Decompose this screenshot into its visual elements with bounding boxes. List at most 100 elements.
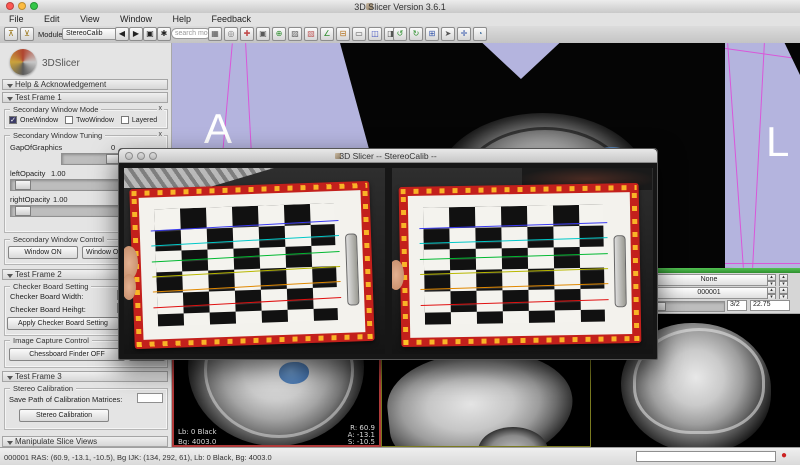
board-width-label: Checker Board Width: bbox=[10, 292, 83, 301]
axial-bg-text: Bg: 4003.0 bbox=[178, 438, 216, 446]
colors-icon[interactable]: ⊟ bbox=[336, 27, 350, 41]
corner-line-5 bbox=[153, 281, 341, 292]
capture-group-title: Image Capture Control bbox=[10, 336, 92, 345]
checkbox-unchecked[interactable] bbox=[65, 116, 73, 124]
title-bar[interactable]: 3D Slicer Version 3.6.1 bbox=[0, 0, 800, 14]
corner-line-4 bbox=[152, 266, 340, 277]
section-help-acknowledgement[interactable]: Help & Acknowledgement bbox=[2, 79, 168, 90]
module-search-input[interactable]: search modules bbox=[171, 28, 211, 39]
checkbox-unchecked[interactable] bbox=[121, 116, 129, 124]
measurements-icon[interactable]: ∠ bbox=[320, 27, 334, 41]
menu-feedback[interactable]: Feedback bbox=[203, 13, 261, 24]
gap-label: GapOfGraphics bbox=[10, 143, 62, 152]
module-back-button[interactable]: ◀ bbox=[115, 27, 129, 41]
section-test-frame-1[interactable]: Test Frame 1 bbox=[2, 92, 168, 103]
scene-snapshot-icon[interactable]: ◎ bbox=[224, 27, 238, 41]
corner-line-3 bbox=[420, 253, 608, 260]
stepper-up-button[interactable]: ▴ bbox=[767, 274, 776, 281]
checkerboard-paper bbox=[408, 192, 632, 338]
stepper-up-button[interactable]: ▴ bbox=[779, 287, 788, 294]
menu-file[interactable]: File bbox=[0, 13, 33, 24]
tuning-group-close-icon[interactable]: x bbox=[157, 131, 165, 138]
menu-view[interactable]: View bbox=[71, 13, 108, 24]
module-icon-group: ▦◎✚▣⊕▨▧∠⊟▭◫◨ bbox=[207, 27, 399, 41]
checkbox-checked[interactable]: ✓ bbox=[9, 116, 17, 124]
slicer-logo bbox=[10, 49, 36, 75]
module-settings-gear-icon[interactable]: ✱ bbox=[157, 27, 171, 41]
gold-trim bbox=[632, 185, 640, 341]
right-opacity-label: rightOpacity bbox=[10, 195, 50, 204]
stereocalib-window[interactable]: 3D Slicer -- StereoCalib -- bbox=[118, 148, 658, 360]
menu-edit[interactable]: Edit bbox=[35, 13, 69, 24]
left-opacity-slider-thumb[interactable] bbox=[15, 180, 31, 190]
undo-icon[interactable]: ↺ bbox=[393, 27, 407, 41]
wireframe-line bbox=[752, 43, 765, 268]
calib-path-field[interactable] bbox=[137, 393, 163, 403]
coronal-fg-selector[interactable]: None▾ bbox=[647, 274, 776, 286]
crosshair-dropdown-icon[interactable]: ✛ bbox=[457, 27, 471, 41]
corner-line-6 bbox=[153, 297, 341, 308]
checkbox-label: Layered bbox=[132, 116, 157, 123]
stepper-up-button[interactable]: ▴ bbox=[767, 287, 776, 294]
window-mode-option-twowindow[interactable]: TwoWindow bbox=[65, 116, 114, 124]
clipboard-clip-right bbox=[613, 235, 626, 307]
models-icon[interactable]: ▣ bbox=[256, 27, 270, 41]
image-plane-corner bbox=[772, 43, 800, 75]
wireframe-line bbox=[727, 43, 744, 268]
layout-icon[interactable]: ⊞ bbox=[425, 27, 439, 41]
mode-group-title: Secondary Window Mode bbox=[10, 105, 101, 114]
ruler-icon[interactable]: ▭ bbox=[352, 27, 366, 41]
volumes-icon[interactable]: ⊕ bbox=[272, 27, 286, 41]
section-manipulate-slice-views[interactable]: Manipulate Slice Views bbox=[2, 436, 168, 447]
save-scene-icon[interactable]: ⊻ bbox=[20, 27, 34, 41]
axial-s-text: S: -10.5 bbox=[348, 438, 375, 446]
transforms-icon[interactable]: ▨ bbox=[288, 27, 302, 41]
menu-bar: File Edit View Window Help Feedback bbox=[0, 13, 800, 27]
detected-corner-lines-left bbox=[154, 203, 334, 209]
corner-line-4 bbox=[420, 268, 608, 275]
main-toolbar: ⊼⊻ Modules: StereoCalib▾ ◀ ▶ ▣ ✱ search … bbox=[0, 26, 800, 44]
corner-line-6 bbox=[421, 299, 609, 306]
mouse-mode-dropdown-icon[interactable]: ➤ bbox=[441, 27, 455, 41]
axial-label-text: Lb: 0 Black bbox=[178, 428, 217, 436]
load-scene-icon[interactable]: ⊼ bbox=[4, 27, 18, 41]
coronal-bg-selector[interactable]: 000001▾ bbox=[647, 287, 776, 299]
redo-icon[interactable]: ↻ bbox=[409, 27, 423, 41]
chessboard-finder-button[interactable]: Chessboard Finder OFF bbox=[9, 348, 125, 361]
fiducials-icon[interactable]: ✚ bbox=[240, 27, 254, 41]
coronal-index-field[interactable]: 3/2 bbox=[727, 300, 747, 311]
section-test-frame-3[interactable]: Test Frame 3 bbox=[2, 371, 168, 382]
stereocalib-window-title: 3D Slicer -- StereoCalib -- bbox=[119, 151, 657, 161]
error-log-icon[interactable]: ● bbox=[781, 450, 787, 461]
stereo-calibration-group: Stereo Calibration Save Path of Calibrat… bbox=[4, 388, 168, 430]
right-opacity-slider-thumb[interactable] bbox=[15, 206, 31, 216]
module-selector[interactable]: StereoCalib▾ bbox=[62, 28, 123, 40]
window-mode-option-onewindow[interactable]: ✓OneWindow bbox=[9, 116, 58, 124]
roi-icon[interactable]: ◫ bbox=[368, 27, 382, 41]
module-forward-button[interactable]: ▶ bbox=[129, 27, 143, 41]
checkerboard-paper bbox=[139, 190, 366, 340]
checkerboard-clipboard-right bbox=[399, 183, 642, 347]
board-height-label: Checker Board Heihgt: bbox=[10, 305, 86, 314]
screen-capture-icon[interactable]: ◔ bbox=[473, 27, 487, 41]
checkerboard-pattern-right bbox=[423, 205, 605, 325]
corner-line-2 bbox=[420, 237, 608, 244]
menu-help[interactable]: Help bbox=[163, 13, 200, 24]
mode-group-close-icon[interactable]: x bbox=[157, 105, 165, 112]
stereocalib-title-bar[interactable]: 3D Slicer -- StereoCalib -- bbox=[119, 149, 657, 163]
editor-icon[interactable]: ▧ bbox=[304, 27, 318, 41]
corner-line-1 bbox=[419, 222, 607, 229]
undock-panel-icon[interactable]: ▣ bbox=[143, 27, 157, 41]
progress-field[interactable] bbox=[636, 451, 776, 462]
secondary-window-mode-group: Secondary Window Mode x ✓OneWindowTwoWin… bbox=[4, 109, 168, 129]
menu-window[interactable]: Window bbox=[111, 13, 161, 24]
screenshot-icon[interactable]: ▦ bbox=[208, 27, 222, 41]
window-mode-option-layered[interactable]: Layered bbox=[121, 116, 157, 124]
stepper-up-button[interactable]: ▴ bbox=[779, 274, 788, 281]
window-on-button[interactable]: Window ON bbox=[8, 246, 78, 259]
coronal-offset-field[interactable]: 22.75 bbox=[750, 300, 790, 311]
corner-line-1 bbox=[151, 220, 339, 231]
app-window: 3D Slicer Version 3.6.1 File Edit View W… bbox=[0, 0, 800, 465]
stereo-calibration-button[interactable]: Stereo Calibration bbox=[19, 409, 109, 422]
apply-board-setting-button[interactable]: Apply Checker Board Setting bbox=[7, 317, 119, 330]
